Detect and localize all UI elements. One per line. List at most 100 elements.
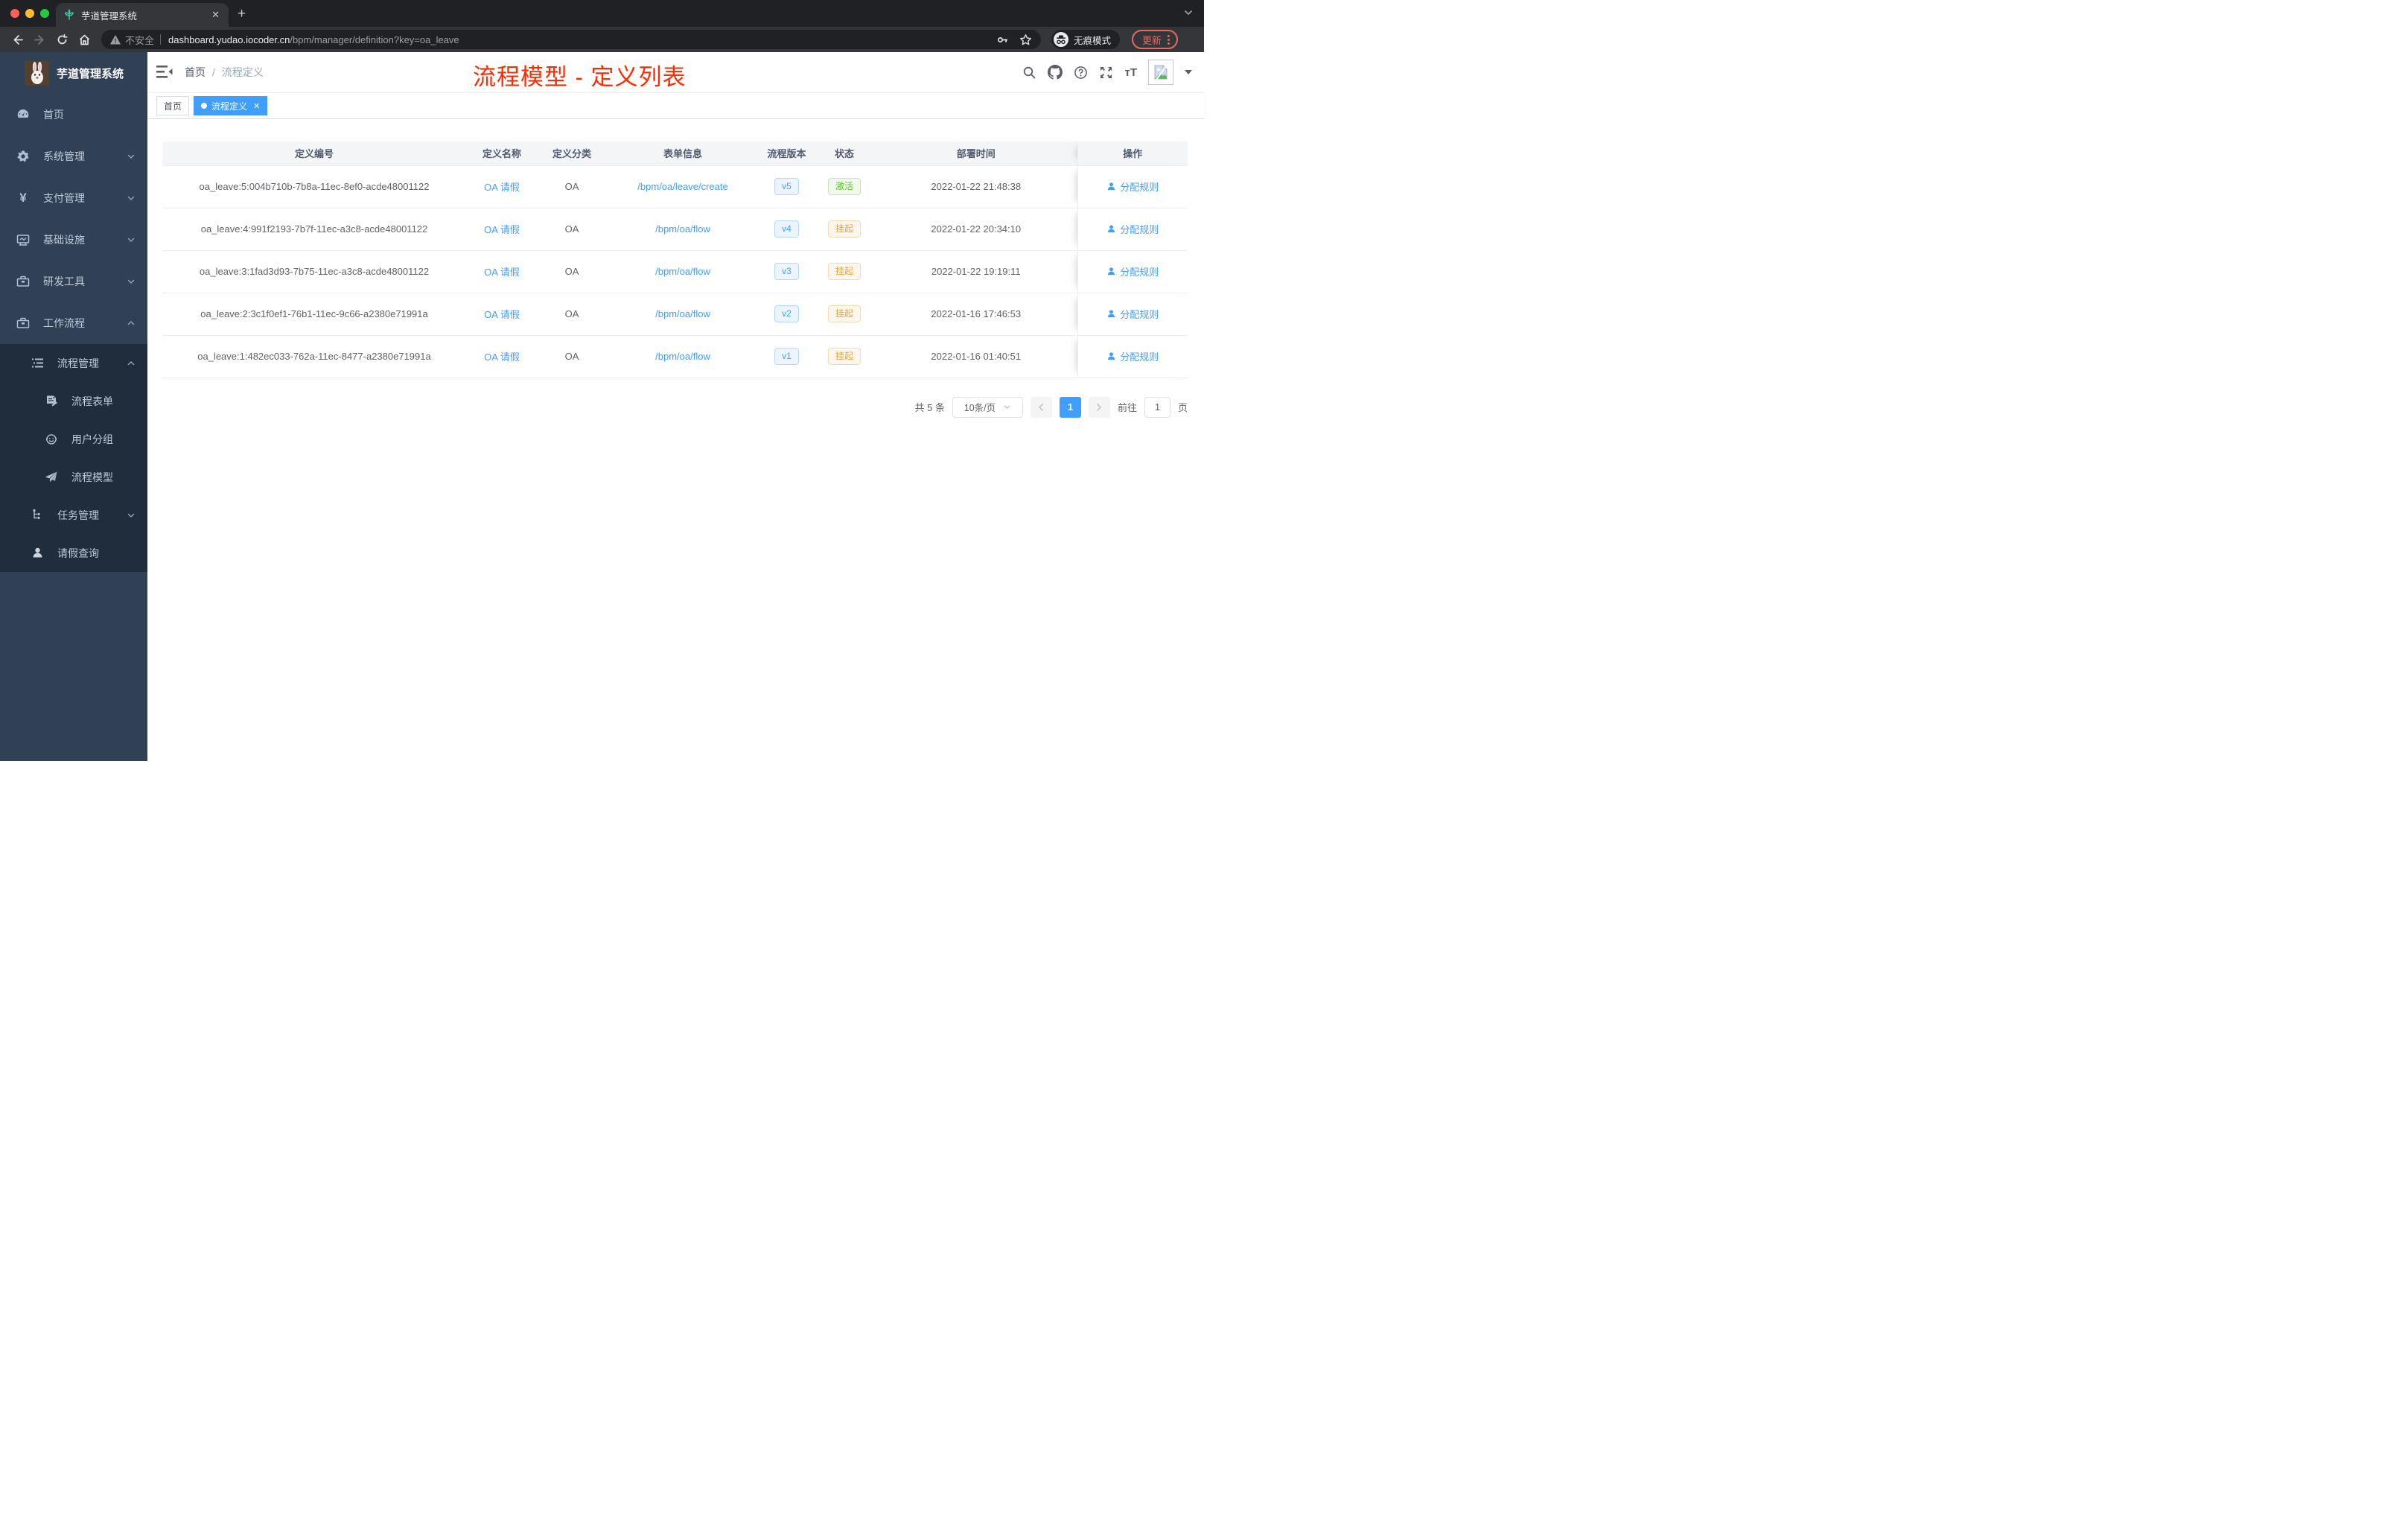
col-definition-name: 定义名称 (466, 141, 538, 166)
deploy-time-cell: 2022-01-22 21:48:38 (875, 165, 1077, 208)
form-info-link[interactable]: /bpm/oa/flow (655, 223, 710, 235)
not-secure-warning-icon (110, 34, 121, 44)
avatar[interactable] (1148, 60, 1173, 85)
security-label[interactable]: 不安全 (125, 33, 154, 47)
assign-rule-link[interactable]: 分配规则 (1106, 349, 1159, 363)
chevron-down-icon (127, 277, 136, 286)
sidebar-toggle-icon[interactable] (156, 65, 173, 80)
list-icon (29, 357, 45, 369)
sidebar-item-payment[interactable]: ¥ 支付管理 (0, 177, 147, 219)
fullscreen-icon[interactable] (1099, 66, 1113, 80)
form-info-link[interactable]: /bpm/oa/flow (655, 266, 710, 277)
sidebar-logo[interactable]: 芋道管理系统 (0, 52, 147, 94)
sidebar-item-system[interactable]: 系统管理 (0, 136, 147, 177)
sidebar-item-label: 系统管理 (43, 150, 85, 162)
bookmark-star-icon[interactable] (1019, 34, 1032, 46)
sidebar-item-label: 支付管理 (43, 192, 85, 204)
sidebar-item-devtools[interactable]: 研发工具 (0, 261, 147, 302)
status-badge: 挂起 (827, 220, 861, 238)
sidebar-item-leave-query[interactable]: 请假查询 (0, 534, 147, 572)
sidebar-item-label: 用户分组 (71, 433, 113, 445)
sidebar-item-label: 流程表单 (71, 395, 113, 407)
broken-image-icon (1154, 65, 1168, 80)
next-page-button[interactable] (1088, 396, 1110, 418)
form-info-link[interactable]: /bpm/oa/leave/create (637, 181, 727, 192)
version-badge: v1 (774, 347, 799, 366)
gear-icon (15, 150, 31, 163)
form-icon (43, 395, 60, 407)
new-tab-button[interactable]: + (238, 6, 246, 22)
help-icon[interactable] (1074, 66, 1088, 80)
total-count-label: 共 5 条 (914, 402, 945, 413)
tag-process-definition[interactable]: 流程定义 ✕ (194, 96, 268, 115)
assign-rule-link[interactable]: 分配规则 (1106, 179, 1159, 194)
tags-view: 首页 流程定义 ✕ (147, 93, 1204, 119)
form-info-link[interactable]: /bpm/oa/flow (655, 351, 710, 362)
assign-rule-link[interactable]: 分配规则 (1106, 222, 1159, 236)
status-badge: 挂起 (827, 305, 861, 323)
definition-name-link[interactable]: OA 请假 (484, 182, 520, 193)
browser-menu-kebab-icon[interactable] (1168, 34, 1170, 45)
sidebar-item-user-group[interactable]: 用户分组 (0, 420, 147, 458)
dashboard-icon (15, 108, 31, 121)
definition-name-link[interactable]: OA 请假 (484, 351, 520, 363)
font-size-icon[interactable]: ᴛT (1124, 66, 1137, 79)
annotation-title: 流程模型 - 定义列表 (473, 64, 687, 90)
tag-close-icon[interactable]: ✕ (253, 101, 260, 111)
address-bar[interactable]: 不安全 dashboard.yudao.iocoder.cn/bpm/manag… (101, 30, 1041, 49)
update-button[interactable]: 更新 (1132, 30, 1179, 49)
goto-page-input[interactable] (1144, 396, 1170, 418)
sidebar-item-process-model[interactable]: 流程模型 (0, 458, 147, 496)
sidebar-item-infra[interactable]: 基础设施 (0, 219, 147, 261)
home-icon[interactable] (74, 30, 94, 49)
prev-page-button[interactable] (1030, 396, 1052, 418)
sidebar-item-process-mgmt[interactable]: 流程管理 (0, 344, 147, 382)
browser-tab[interactable]: 芋道管理系统 ✕ (56, 3, 229, 27)
deploy-time-cell: 2022-01-22 19:19:11 (875, 250, 1077, 293)
monitor-icon (15, 233, 31, 246)
definition-id-cell: oa_leave:3:1fad3d93-7b75-11ec-a3c8-acde4… (162, 250, 466, 293)
current-page-button[interactable]: 1 (1059, 396, 1081, 418)
chevron-down-icon (127, 194, 136, 203)
paper-plane-icon (43, 471, 60, 484)
col-definition-id: 定义编号 (162, 141, 466, 166)
avatar-caret-icon[interactable] (1185, 70, 1192, 74)
sidebar-item-home[interactable]: 首页 (0, 94, 147, 136)
definition-name-link[interactable]: OA 请假 (484, 267, 520, 278)
sidebar-item-task-mgmt[interactable]: 任务管理 (0, 496, 147, 534)
sidebar-item-workflow[interactable]: 工作流程 (0, 302, 147, 344)
chevron-down-icon (127, 235, 136, 244)
chevron-up-icon (127, 359, 136, 368)
minimize-window-button[interactable] (25, 9, 34, 18)
table-row: oa_leave:1:482ec033-762a-11ec-8477-a2380… (162, 335, 1188, 378)
page-size-select[interactable]: 10条/页 (952, 396, 1023, 418)
assign-rule-link[interactable]: 分配规则 (1106, 264, 1159, 278)
status-badge: 激活 (827, 177, 861, 196)
breadcrumb-home[interactable]: 首页 (185, 65, 206, 80)
forward-icon[interactable] (30, 30, 49, 49)
password-key-icon[interactable] (996, 34, 1009, 46)
user-icon (1108, 267, 1115, 276)
search-icon[interactable] (1022, 66, 1036, 80)
reload-icon[interactable] (52, 30, 71, 49)
update-label[interactable]: 更新 (1142, 33, 1162, 47)
definition-name-link[interactable]: OA 请假 (484, 224, 520, 235)
assign-rule-link[interactable]: 分配规则 (1106, 307, 1159, 321)
browser-tab-strip: 芋道管理系统 ✕ + (0, 0, 1204, 27)
github-icon[interactable] (1048, 65, 1063, 80)
col-status: 状态 (814, 141, 875, 166)
definition-category-cell: OA (538, 165, 606, 208)
tag-home[interactable]: 首页 (156, 96, 190, 115)
definition-name-link[interactable]: OA 请假 (484, 309, 520, 320)
back-icon[interactable] (7, 30, 27, 49)
window-controls[interactable] (10, 9, 49, 18)
close-window-button[interactable] (10, 9, 19, 18)
toolbox-icon (15, 275, 31, 288)
tab-search-chevron-icon[interactable] (1183, 7, 1194, 18)
form-info-link[interactable]: /bpm/oa/flow (655, 308, 710, 319)
workflow-submenu: 流程管理 流程表单 用户分组 流程模型 任务管理 请假查询 (0, 344, 147, 572)
tree-icon (29, 509, 45, 521)
zoom-window-button[interactable] (40, 9, 49, 18)
tab-close-icon[interactable]: ✕ (210, 9, 221, 21)
sidebar-item-process-form[interactable]: 流程表单 (0, 382, 147, 420)
